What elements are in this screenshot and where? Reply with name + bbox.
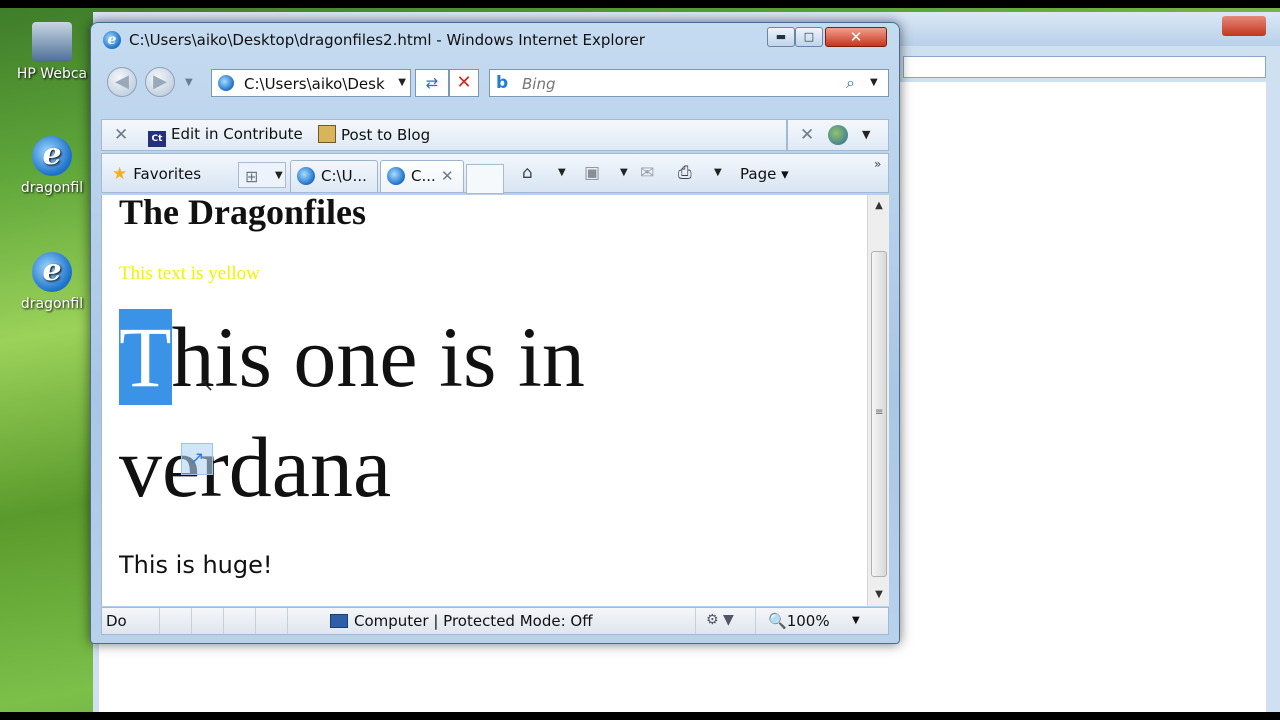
close-button[interactable]: ✕	[825, 27, 887, 47]
refresh-button[interactable]: ⇄	[415, 69, 449, 97]
blog-icon	[318, 125, 336, 143]
home-dropdown-icon[interactable]: ▼	[558, 167, 566, 178]
feeds-icon[interactable]: ▣	[584, 163, 600, 183]
edit-in-contribute-button[interactable]: Ct Edit in Contribute	[148, 125, 303, 147]
recent-pages-dropdown-icon[interactable]: ▼	[185, 77, 193, 88]
desktop-icon-label: dragonfil	[20, 180, 84, 196]
security-zone[interactable]: Computer | Protected Mode: Off	[330, 612, 593, 630]
desktop-icon-label: HP Webca	[16, 66, 88, 82]
verdana-paragraph: This one is in verdana	[119, 302, 719, 522]
scroll-up-arrow[interactable]: ▲	[868, 195, 890, 217]
page-icon	[218, 75, 234, 91]
tab-label: C...	[411, 167, 436, 185]
vertical-scrollbar[interactable]: ▲ ≡ ▼	[867, 195, 889, 606]
address-bar[interactable]: C:\Users\aiko\Desk ▼	[211, 69, 411, 97]
mouse-cursor-icon: ↖	[199, 375, 215, 396]
grip-icon: ≡	[875, 407, 884, 418]
internet-explorer-icon: e	[103, 31, 121, 49]
desktop-icon-hp-webcam[interactable]: HP Webca	[14, 22, 90, 82]
status-text: Do	[106, 612, 127, 630]
print-dropdown-icon[interactable]: ▼	[714, 167, 722, 178]
zoom-icon: 🔍	[768, 612, 787, 630]
new-tab-button[interactable]	[466, 164, 504, 194]
security-zone-label: Computer | Protected Mode: Off	[354, 612, 593, 630]
screen: HP Webca e dragonfil e dragonfil e C:\Us…	[0, 8, 1280, 712]
status-cell	[192, 608, 224, 634]
more-commands-chevron-icon[interactable]: »	[874, 157, 881, 171]
page-content: The Dragonfiles This text is yellow This…	[101, 195, 867, 606]
stop-button[interactable]: ✕	[449, 69, 479, 97]
desktop-icon-dragonfiles-2[interactable]: e dragonfil	[14, 252, 90, 312]
search-dropdown-icon[interactable]: ▼	[870, 77, 878, 88]
page-menu-button[interactable]: Page ▾	[740, 165, 789, 183]
tab-1[interactable]: C:\U...	[290, 160, 378, 192]
globe-icon[interactable]	[828, 125, 848, 145]
tab-list-dropdown-icon[interactable]: ▼	[275, 170, 283, 181]
star-icon: ★	[112, 164, 128, 184]
scroll-thumb[interactable]: ≡	[871, 251, 887, 577]
quick-tabs-button[interactable]: ⊞ ▼	[238, 162, 286, 188]
webcam-icon	[32, 22, 72, 62]
scroll-down-arrow[interactable]: ▼	[868, 584, 890, 606]
zoom-value: 100%	[786, 612, 830, 630]
quick-tabs-icon: ⊞	[245, 167, 259, 186]
popup-blocker-icon[interactable]: ⚙ ▼	[706, 612, 734, 628]
contribute-icon: Ct	[148, 131, 166, 147]
verdana-text: his one is in verdana	[119, 309, 585, 515]
internet-explorer-icon: e	[32, 252, 72, 292]
mail-icon[interactable]: ✉	[640, 163, 654, 183]
close-toolbar-icon[interactable]: ✕	[114, 125, 128, 145]
ie-window: e C:\Users\aiko\Desktop\dragonfiles2.htm…	[90, 22, 900, 644]
navigation-bar: ◀ ▶ ▼ C:\Users\aiko\Desk ▼ ⇄ ✕ b ⌕ ▼	[99, 63, 891, 101]
desktop-icon-dragonfiles-1[interactable]: e dragonfil	[14, 136, 90, 196]
forward-button[interactable]: ▶	[145, 67, 175, 97]
background-close-button[interactable]	[1222, 16, 1266, 36]
contribute-label: Edit in Contribute	[171, 125, 303, 143]
status-cell	[256, 608, 288, 634]
contribute-toolbar: ✕ Ct Edit in Contribute Post to Blog	[101, 119, 787, 151]
address-text[interactable]: C:\Users\aiko\Desk	[244, 75, 385, 93]
search-box[interactable]: b ⌕ ▼	[489, 69, 889, 97]
blog-label: Post to Blog	[341, 126, 431, 144]
post-to-blog-button[interactable]: Post to Blog	[318, 125, 430, 144]
page-heading: The Dragonfiles	[119, 195, 366, 232]
tab-2-active[interactable]: C... ✕	[380, 160, 464, 192]
background-address-bar[interactable]	[903, 56, 1266, 78]
desktop-icon-label: dragonfil	[20, 296, 84, 312]
internet-explorer-icon	[297, 167, 315, 185]
minimize-button[interactable]: ▬	[767, 27, 795, 47]
status-bar: Do Computer | Protected Mode: Off ⚙ ▼ 🔍1…	[101, 607, 889, 635]
huge-caption: This is huge!	[119, 551, 273, 579]
bing-icon: b	[496, 73, 509, 93]
address-dropdown-icon[interactable]: ▼	[398, 77, 406, 88]
internet-explorer-icon: e	[32, 136, 72, 176]
status-cell	[224, 608, 256, 634]
yellow-text: This text is yellow	[119, 263, 260, 284]
chevron-down-icon[interactable]: ▼	[862, 128, 870, 141]
zoom-dropdown-icon[interactable]: ▼	[852, 615, 860, 626]
favorites-command-bar: ★ Favorites ⊞ ▼ C:\U... C... ✕ ⌂ ▼ ▣ ▼ ✉ ⎙…	[101, 153, 889, 194]
home-icon[interactable]: ⌂	[522, 163, 533, 183]
computer-icon	[330, 614, 348, 628]
favorites-label: Favorites	[133, 165, 202, 183]
translate-toolbar: ✕ ▼	[787, 119, 889, 151]
close-toolbar-icon[interactable]: ✕	[800, 125, 814, 145]
internet-explorer-icon	[387, 167, 405, 185]
search-input[interactable]	[522, 74, 822, 94]
close-tab-icon[interactable]: ✕	[441, 167, 454, 185]
search-icon[interactable]: ⌕	[846, 73, 855, 93]
window-title: C:\Users\aiko\Desktop\dragonfiles2.html …	[129, 31, 645, 49]
maximize-button[interactable]: □	[795, 27, 823, 47]
selected-letter: T	[119, 309, 172, 405]
print-icon[interactable]: ⎙	[678, 163, 692, 183]
tab-label: C:\U...	[321, 167, 367, 185]
titlebar[interactable]: e C:\Users\aiko\Desktop\dragonfiles2.htm…	[91, 23, 899, 57]
shortcut-drag-icon: ↗	[181, 443, 213, 475]
status-cell	[160, 608, 192, 634]
zoom-level[interactable]: 🔍100%	[768, 612, 830, 630]
back-button[interactable]: ◀	[107, 67, 137, 97]
favorites-button[interactable]: ★ Favorites	[112, 164, 201, 184]
feeds-dropdown-icon[interactable]: ▼	[620, 167, 628, 178]
